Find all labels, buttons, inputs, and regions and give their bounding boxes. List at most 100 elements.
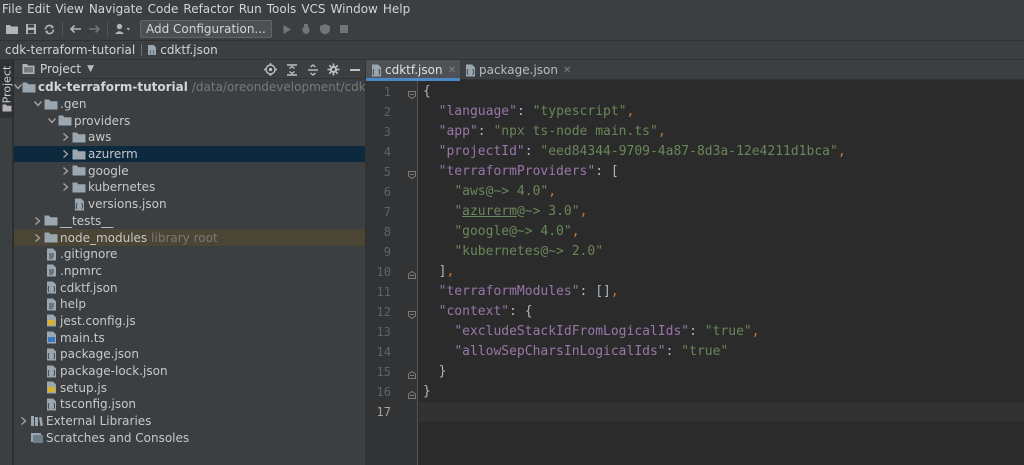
tree-item-tests[interactable]: __tests__ — [14, 213, 365, 230]
tree-item-node-modules[interactable]: node_modules library root — [14, 229, 365, 246]
menu-code[interactable]: Code — [146, 0, 182, 18]
tree-item-tsconfig-json[interactable]: tsconfig.json — [14, 396, 365, 413]
collapse-all-icon[interactable] — [281, 60, 302, 79]
fold-close-icon[interactable] — [408, 368, 416, 379]
chevron-right-icon[interactable] — [18, 415, 30, 427]
chevron-down-icon[interactable] — [14, 81, 22, 93]
tree-item-cdk-terraform-tutorial[interactable]: cdk-terraform-tutorial/data/oreondevelop… — [14, 79, 365, 96]
breadcrumb-project[interactable]: cdk-terraform-tutorial — [5, 43, 135, 57]
menu-vcs[interactable]: VCS — [299, 0, 328, 18]
menu-navigate[interactable]: Navigate — [87, 0, 146, 18]
tree-item-main-ts[interactable]: main.ts — [14, 329, 365, 346]
chevron-right-icon[interactable] — [60, 131, 72, 143]
fold-open-icon[interactable] — [408, 168, 416, 180]
menu-edit[interactable]: Edit — [25, 0, 53, 18]
project-tree: cdk-terraform-tutorial/data/oreondevelop… — [14, 79, 365, 446]
expand-icon[interactable] — [302, 60, 323, 79]
fold-close-icon[interactable] — [408, 268, 416, 279]
project-panel: Project ▼ cdk-terraform-tutorial/data/or… — [14, 60, 366, 465]
hide-icon[interactable] — [344, 60, 365, 79]
locate-icon[interactable] — [260, 60, 281, 79]
json-file-icon — [44, 281, 58, 294]
code-token: "projectId" — [438, 144, 525, 159]
tree-item-kubernetes[interactable]: kubernetes — [14, 179, 365, 196]
code-token: ] — [423, 264, 447, 279]
user-icon[interactable] — [111, 20, 135, 38]
close-icon[interactable]: ✕ — [563, 65, 571, 76]
fold-open-icon[interactable] — [408, 308, 416, 320]
tree-item-scratches-and-consoles[interactable]: Scratches and Consoles — [14, 429, 365, 446]
chevron-right-icon[interactable] — [32, 232, 44, 244]
code-line: "context": { — [423, 302, 533, 322]
code-editor[interactable]: { "language": "typescript", "app": "npx … — [419, 81, 1024, 465]
tree-item-npmrc[interactable]: .npmrc — [14, 263, 365, 280]
breadcrumb-file[interactable]: cdktf.json — [160, 43, 218, 57]
code-token: : [ — [595, 164, 619, 179]
code-token: "true" — [681, 344, 729, 359]
menu-tools[interactable]: Tools — [265, 0, 300, 18]
menu-file[interactable]: File — [0, 0, 25, 18]
tree-item-label: aws — [88, 130, 112, 145]
tree-item-gitignore[interactable]: .gitignore — [14, 246, 365, 263]
add-configuration-button[interactable]: Add Configuration... — [140, 20, 272, 38]
tree-item-label: Scratches and Consoles — [46, 430, 190, 445]
tree-item-package-lock-json[interactable]: package-lock.json — [14, 363, 365, 380]
tree-item-jest-config-js[interactable]: jest.config.js — [14, 313, 365, 330]
tree-item-aws[interactable]: aws — [14, 129, 365, 146]
chevron-down-icon[interactable] — [32, 98, 44, 110]
breadcrumb-separator — [141, 44, 143, 56]
folder-icon — [72, 181, 86, 193]
chevron-right-icon[interactable] — [60, 148, 72, 160]
code-line: "aws@~> 4.0", — [423, 182, 556, 202]
json-file-icon — [44, 398, 58, 411]
tree-item-help[interactable]: help — [14, 296, 365, 313]
project-tool-button[interactable]: Project — [0, 60, 14, 118]
tree-item-package-json[interactable]: package.json — [14, 346, 365, 363]
menu-help[interactable]: Help — [381, 0, 413, 18]
tab-package-json[interactable]: package.json ✕ — [460, 60, 575, 80]
run-icon[interactable] — [278, 20, 297, 38]
tree-item-gen[interactable]: .gen — [14, 96, 365, 113]
close-icon[interactable]: ✕ — [448, 65, 456, 76]
project-panel-title[interactable]: Project — [40, 62, 81, 76]
tree-item-external-libraries[interactable]: External Libraries — [14, 413, 365, 430]
coverage-icon[interactable] — [316, 20, 335, 38]
chevron-down-icon[interactable]: ▼ — [87, 64, 94, 74]
code-line: } — [423, 362, 447, 382]
toolbar-separator — [62, 22, 63, 36]
chevron-right-icon[interactable] — [32, 215, 44, 227]
tree-item-setup-js[interactable]: setup.js — [14, 379, 365, 396]
tree-item-note: library root — [151, 230, 218, 245]
forward-arrow-icon[interactable] — [85, 20, 104, 38]
fold-open-icon[interactable] — [408, 88, 416, 100]
fold-close-icon[interactable] — [408, 388, 416, 399]
menu-view[interactable]: View — [53, 0, 86, 18]
open-folder-icon[interactable] — [2, 20, 21, 38]
chevron-down-icon[interactable] — [46, 115, 58, 127]
gear-icon[interactable] — [323, 60, 344, 79]
line-number: 4 — [383, 145, 391, 159]
menu-refactor[interactable]: Refactor — [181, 0, 236, 18]
debug-icon[interactable] — [297, 20, 316, 38]
typescript-file-icon — [44, 331, 58, 344]
tab-cdktf-json[interactable]: cdktf.json ✕ — [366, 60, 460, 81]
chevron-right-icon[interactable] — [60, 181, 72, 193]
tree-item-azurerm[interactable]: azurerm — [14, 145, 365, 163]
stop-icon[interactable] — [335, 20, 354, 38]
menu-window[interactable]: Window — [329, 0, 381, 18]
tree-item-providers[interactable]: providers — [14, 112, 365, 129]
chevron-right-icon[interactable] — [60, 165, 72, 177]
back-arrow-icon[interactable] — [66, 20, 85, 38]
tree-item-cdktf-json[interactable]: cdktf.json — [14, 279, 365, 296]
tree-item-versions-json[interactable]: versions.json — [14, 196, 365, 213]
tree-item-label: .gen — [60, 97, 87, 112]
tree-item-label: External Libraries — [46, 414, 152, 429]
javascript-file-icon — [44, 314, 58, 327]
menu-run[interactable]: Run — [237, 0, 265, 18]
sync-icon[interactable] — [40, 20, 59, 38]
tree-item-google[interactable]: google — [14, 162, 365, 179]
save-icon[interactable] — [21, 20, 40, 38]
